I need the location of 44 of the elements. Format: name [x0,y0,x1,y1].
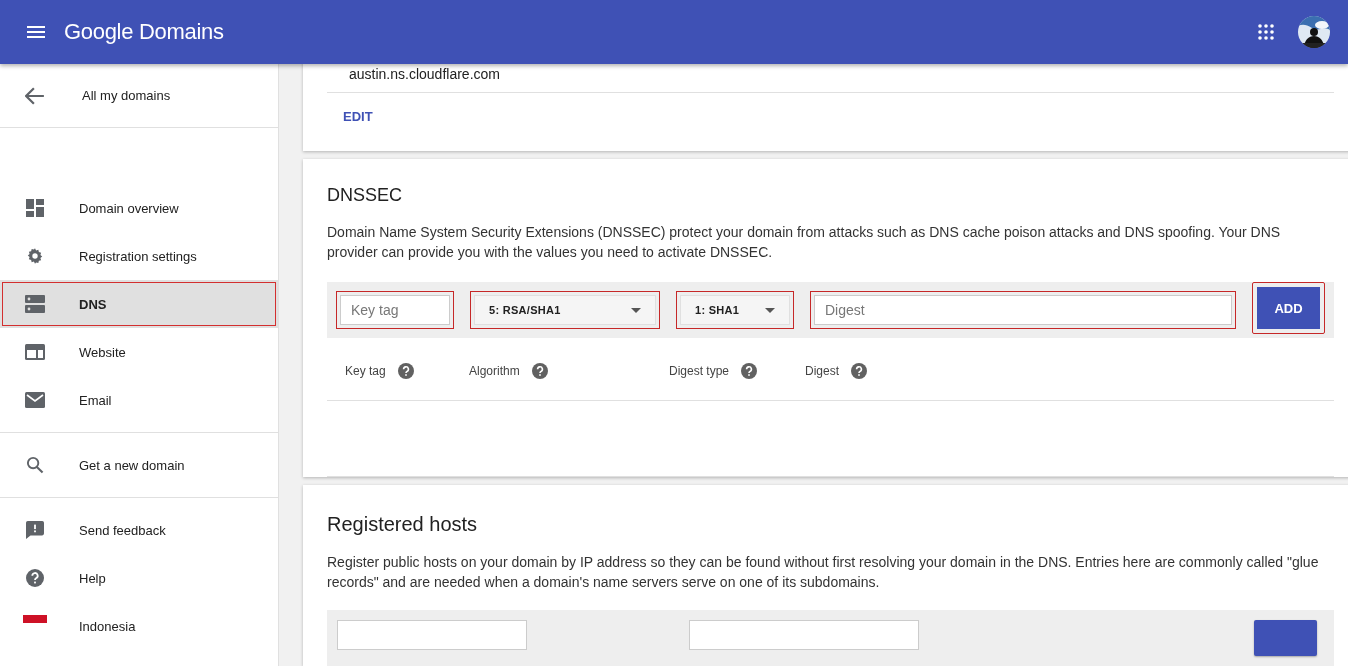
section-title: DNSSEC [327,185,403,206]
help-icon [25,569,45,587]
sidebar-item[interactable]: Registration settings [0,232,278,280]
description-text: Register public hosts on your domain by IP address so they can be found without first resolving your domain in the DNS. Entries here are commonly called "glue records" and are needed when a domain's name servers serve on one of its subdomains. [327,553,1320,592]
column-header: Algorithm [469,364,520,378]
column-header: Digest type [669,364,730,378]
back-link[interactable]: All my domains [0,64,278,128]
sidebar-item[interactable]: Send feedback [0,506,278,554]
speech-bubble-icon [25,521,45,539]
input-field[interactable]: Key tag [336,291,454,329]
name-server-text: austin.ns.cloudflare.com [349,66,501,82]
grid-icon [25,199,45,217]
flag-icon [23,615,47,623]
input-field[interactable]: Digest [810,291,1236,329]
add-button[interactable]: ADD [1252,282,1325,334]
help-icon [851,363,867,379]
help-icon [397,363,414,379]
column-header: Key tag [345,364,386,378]
section-title: Registered hosts [327,513,479,536]
apps-grid-icon[interactable] [1258,24,1274,40]
server-icon [25,295,45,313]
edit-button[interactable]: EDIT [335,101,381,132]
sidebar-item[interactable]: Website [0,328,278,376]
app-title[interactable]: Google Domains [64,19,224,45]
help-icon [741,363,758,379]
caret-icon [765,307,775,313]
sidebar-item[interactable]: Email [0,376,278,424]
back-arrow-icon [25,86,45,105]
description-text: Domain Name System Security Extensions (DNSSEC) protect your domain from attacks such as DNS cache poison attacks and DNS spoofing. Your DNS provider can provide you with the values you need to activate DNSSEC. [327,223,1282,262]
sidebar-item[interactable]: Get a new domain [0,441,278,489]
settings-icon [25,247,45,265]
search-icon [25,456,45,474]
column-header: Digest [805,364,839,378]
sidebar-item[interactable]: DNS [0,280,278,328]
sidebar-item[interactable]: Domain overview [0,184,278,232]
dropdown[interactable]: 5: RSA/SHA1 [470,291,660,329]
dropdown[interactable]: 1: SHA1 [676,291,794,329]
sidebar-item[interactable]: Help [0,554,278,602]
browser-window-icon [25,343,45,361]
mail-icon [25,391,45,409]
menu-icon[interactable] [27,26,45,38]
help-icon [531,363,548,379]
sidebar-item[interactable]: Indonesia [0,602,278,650]
caret-icon [631,307,641,313]
